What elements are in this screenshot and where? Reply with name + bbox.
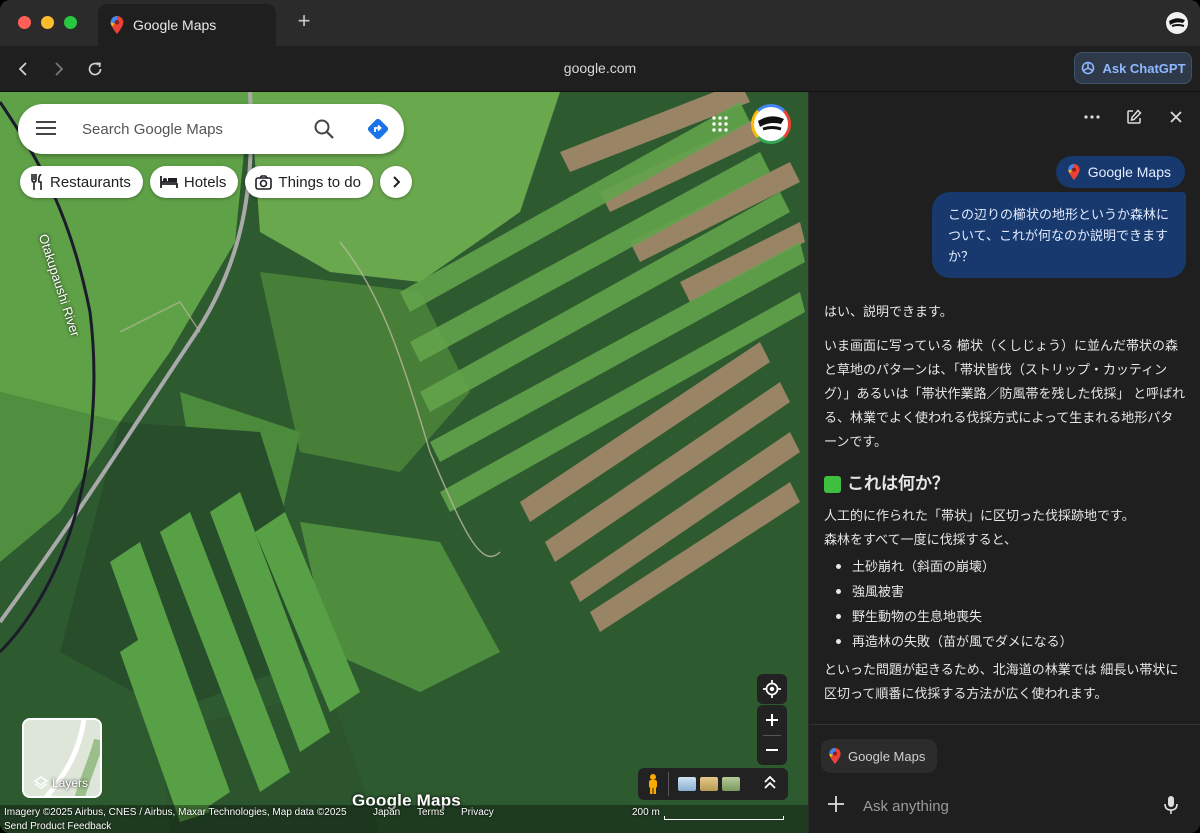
fork-knife-icon (31, 174, 42, 190)
attribution-bar: Imagery ©2025 Airbus, CNES / Airbus, Max… (0, 806, 808, 820)
reply-heading: これは何か？ (824, 472, 1186, 496)
chip-label: Hotels (183, 173, 227, 191)
avatar-ink-icon (1169, 18, 1185, 27)
new-chat-button[interactable] (1123, 106, 1145, 128)
close-icon (1170, 111, 1182, 123)
scale-bar (664, 816, 784, 820)
ask-chatgpt-button[interactable]: Ask ChatGPT (1074, 52, 1192, 84)
browser-toolbar: google.com Ask ChatGPT (0, 46, 1200, 92)
close-panel-button[interactable] (1165, 106, 1187, 128)
microphone-icon[interactable] (1163, 795, 1179, 815)
layers-button[interactable]: Layers (22, 718, 102, 798)
add-attachment-icon[interactable] (827, 795, 845, 813)
context-pill-label: Google Maps (1087, 164, 1171, 180)
ask-chatgpt-label: Ask ChatGPT (1102, 60, 1186, 76)
privacy-link[interactable]: Privacy (461, 807, 494, 818)
toolbar-divider (668, 772, 669, 796)
minimize-window-button[interactable] (41, 16, 54, 29)
list-item: 野生動物の生息地喪失 (834, 604, 1186, 629)
send-feedback-link[interactable]: Send Product Feedback (4, 821, 111, 832)
chevron-right-icon (393, 176, 400, 188)
map-pin-icon (829, 748, 841, 764)
more-options-button[interactable] (1081, 106, 1103, 128)
chips-scroll-button[interactable] (379, 166, 412, 198)
layers-text: Layers (52, 776, 89, 790)
address-bar[interactable]: google.com (0, 60, 1200, 76)
directions-icon[interactable] (366, 117, 390, 141)
pegman-icon[interactable] (646, 774, 660, 794)
more-horizontal-icon (1084, 115, 1100, 119)
reply-paragraph: といった問題が起きるため、北海道の林業では 細長い帯状に区切って順番に伐採する方… (824, 662, 1179, 701)
apps-grid-icon[interactable] (712, 116, 728, 132)
camera-icon (255, 174, 273, 190)
reply-paragraph: いま画面に写っている 櫛状（くしじょう）に並んだ帯状の森と草地のパターンは、「帯… (824, 338, 1186, 449)
context-pill[interactable]: Google Maps (1055, 156, 1185, 188)
imagery-thumb-1[interactable] (678, 777, 696, 791)
menu-icon[interactable] (36, 119, 56, 137)
minus-icon (766, 749, 778, 751)
country-label: Japan (373, 807, 401, 818)
reply-paragraph: 人工的に作られた「帯状」に区切った伐採跡地です。 (824, 508, 1135, 523)
chatgpt-side-panel: Google Maps この辺りの櫛状の地形というか森林について、これが何なのか… (808, 92, 1200, 833)
bed-icon (159, 176, 178, 188)
search-input[interactable] (82, 114, 302, 144)
satellite-imagery (0, 92, 808, 833)
chip-label: Restaurants (50, 173, 131, 191)
user-message: この辺りの櫛状の地形というか森林について、これが何なのか説明できますか？ (932, 192, 1186, 278)
reply-heading-text: これは何か？ (847, 474, 949, 493)
chevron-double-up-icon[interactable] (764, 776, 776, 790)
imagery-attribution: Imagery ©2025 Airbus, CNES / Airbus, Max… (4, 807, 347, 818)
zoom-in-button[interactable] (757, 705, 787, 735)
imagery-thumb-2[interactable] (700, 777, 718, 791)
assistant-message: はい、説明できます。 いま画面に写っている 櫛状（くしじょう）に並んだ帯状の森と… (824, 300, 1186, 724)
search-box (18, 104, 404, 154)
imagery-thumb-3[interactable] (722, 777, 740, 791)
ask-anything-input[interactable] (863, 791, 1143, 821)
chip-things-to-do[interactable]: Things to do (245, 166, 373, 198)
search-icon[interactable] (313, 118, 335, 140)
chip-hotels[interactable]: Hotels (149, 166, 239, 198)
layers-icon (34, 776, 48, 789)
crosshair-icon (763, 680, 781, 698)
reply-paragraph: 森林をすべて一度に伐採すると、 (824, 532, 1018, 547)
list-item: 再造林の失敗（苗が風でダメになる） (834, 629, 1186, 654)
new-tab-button[interactable]: + (292, 10, 316, 34)
reply-bullet-list: 土砂崩れ（斜面の崩壊） 強風被害 野生動物の生息地喪失 再造林の失敗（苗が風でダ… (834, 554, 1186, 654)
category-chips: Restaurants Hotels Things to do (20, 166, 412, 198)
chip-restaurants[interactable]: Restaurants (20, 166, 143, 198)
avatar-ink-icon (758, 116, 784, 131)
list-item: 土砂崩れ（斜面の崩壊） (834, 554, 1186, 579)
layers-label: Layers (34, 776, 88, 790)
map-bottom-toolbar (638, 768, 788, 800)
tab-google-maps[interactable]: Google Maps (98, 4, 276, 46)
openai-icon (1082, 61, 1095, 75)
zoom-out-button[interactable] (757, 735, 787, 765)
reply-intro: はい、説明できます。 (824, 304, 953, 319)
green-square-icon (824, 475, 841, 493)
tab-title: Google Maps (133, 17, 217, 33)
scale-label[interactable]: 200 m (632, 807, 660, 818)
map-pin-icon (110, 16, 124, 34)
zoom-controls (757, 705, 787, 765)
map-pin-icon (1068, 164, 1080, 180)
account-avatar[interactable] (751, 104, 791, 144)
profile-avatar[interactable] (1166, 12, 1188, 34)
attached-context-chip[interactable]: Google Maps (821, 739, 938, 773)
terms-link[interactable]: Terms (417, 807, 444, 818)
edit-icon (1127, 109, 1142, 124)
maximize-window-button[interactable] (64, 16, 77, 29)
chip-label: Things to do (278, 173, 361, 191)
map-canvas[interactable]: Otakupaushi River Restaurants (0, 92, 808, 833)
context-chip-label: Google Maps (848, 748, 926, 764)
my-location-button[interactable] (757, 674, 787, 704)
close-window-button[interactable] (18, 16, 31, 29)
tab-bar: Google Maps + (0, 0, 1200, 46)
list-item: 強風被害 (834, 579, 1186, 604)
browser-window: Google Maps + google.com Ask ChatGPT Ota… (0, 0, 1200, 833)
composer: Google Maps (809, 724, 1200, 833)
plus-icon (766, 714, 778, 726)
